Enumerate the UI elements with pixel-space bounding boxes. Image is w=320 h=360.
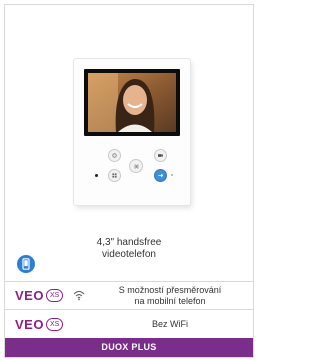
logo-veo: VEO (15, 288, 44, 303)
menu-button[interactable] (108, 169, 121, 182)
feature-text: S možností přesměrování na mobilní telef… (91, 285, 249, 307)
key-icon (112, 153, 117, 158)
camera-icon (158, 154, 163, 157)
system-label-bar: DUOX PLUS (5, 338, 253, 357)
status-led (95, 174, 98, 177)
feature-row-no-wifi: VEO XS Bez WiFi (5, 309, 253, 338)
caption-line-2: videotelefon (102, 249, 156, 260)
product-card[interactable]: 4,3" handsfree videotelefon VEO XS S mož… (4, 4, 254, 358)
intercom-icon (134, 163, 138, 169)
key-button[interactable] (108, 149, 121, 162)
door-open-button[interactable] (154, 169, 167, 182)
wifi-icon (73, 290, 85, 301)
veo-xs-logo: VEO XS (15, 288, 64, 303)
videophone-device-image (74, 59, 190, 205)
logo-xs: XS (45, 318, 64, 331)
smartphone-badge (17, 255, 35, 273)
device-screen (84, 69, 180, 136)
intercom-button[interactable] (129, 159, 143, 173)
veo-xs-logo: VEO XS (15, 317, 64, 332)
feature-text-line-1: S možností přesměrování (118, 285, 222, 295)
product-caption: 4,3" handsfree videotelefon (5, 237, 253, 261)
camera-button[interactable] (154, 149, 167, 162)
logo-veo: VEO (15, 317, 44, 332)
screen-photo (88, 73, 176, 132)
feature-text: Bez WiFi (152, 319, 188, 329)
feature-row-wifi: VEO XS S možností přesměrování na mobiln… (5, 281, 253, 309)
smartphone-icon (22, 258, 30, 270)
microphone-dot (171, 174, 173, 176)
caption-line-1: 4,3" handsfree (96, 237, 162, 248)
door-open-icon (158, 173, 164, 178)
logo-xs: XS (45, 289, 64, 302)
feature-text-line-2: na mobilní telefon (134, 296, 206, 306)
menu-icon (112, 173, 117, 178)
